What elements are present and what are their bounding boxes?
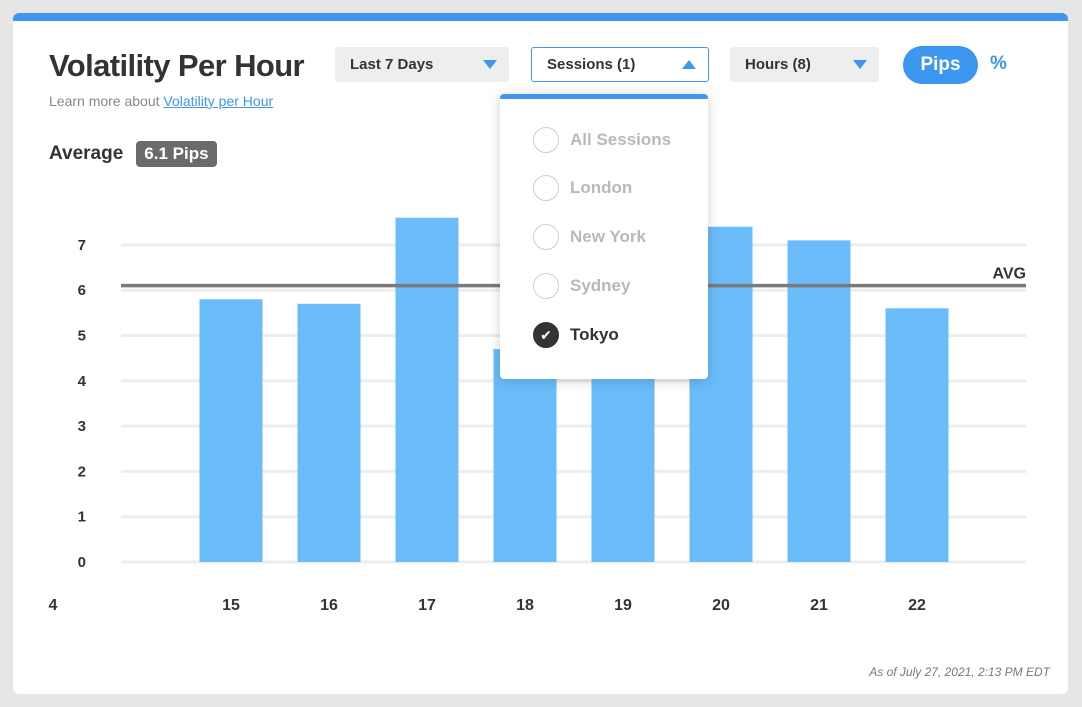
radio-icon bbox=[533, 273, 559, 299]
session-option-label: New York bbox=[570, 227, 646, 246]
x-tick-label: 17 bbox=[418, 597, 436, 614]
radio-icon bbox=[533, 224, 559, 250]
bar bbox=[395, 217, 459, 562]
y-tick-label: 5 bbox=[78, 328, 86, 345]
bar bbox=[493, 349, 557, 562]
x-tick-label: 15 bbox=[222, 597, 240, 614]
sessions-dropdown-menu: All Sessions London New York Sydney ✔ To… bbox=[500, 94, 708, 379]
session-option-tokyo[interactable]: ✔ Tokyo bbox=[533, 322, 619, 348]
session-option-new-york[interactable]: New York bbox=[533, 224, 646, 250]
as-of-timestamp: As of July 27, 2021, 2:13 PM EDT bbox=[869, 665, 1050, 679]
checkmark-icon: ✔ bbox=[533, 322, 559, 348]
session-option-label: All Sessions bbox=[570, 130, 672, 149]
session-option-sydney[interactable]: Sydney bbox=[533, 273, 630, 299]
session-option-all[interactable]: All Sessions bbox=[533, 127, 671, 153]
y-tick-label: 2 bbox=[78, 463, 86, 480]
y-tick-label: 7 bbox=[78, 237, 86, 254]
stray-axis-label: 4 bbox=[49, 597, 58, 614]
y-tick-label: 0 bbox=[78, 554, 86, 571]
session-option-label: London bbox=[570, 178, 633, 197]
x-tick-label: 22 bbox=[908, 597, 926, 614]
x-tick-label: 19 bbox=[614, 597, 632, 614]
radio-icon bbox=[533, 175, 559, 201]
menu-accent-bar bbox=[500, 94, 708, 99]
x-tick-label: 16 bbox=[320, 597, 338, 614]
y-tick-label: 3 bbox=[78, 418, 86, 435]
x-tick-label: 21 bbox=[810, 597, 828, 614]
bar bbox=[297, 303, 361, 562]
x-tick-label: 18 bbox=[516, 597, 534, 614]
bar bbox=[885, 308, 949, 562]
y-tick-label: 4 bbox=[78, 373, 87, 390]
bar bbox=[199, 299, 263, 562]
x-tick-label: 20 bbox=[712, 597, 730, 614]
session-option-label: Sydney bbox=[570, 276, 631, 295]
y-tick-label: 6 bbox=[78, 282, 86, 299]
session-option-label: Tokyo bbox=[570, 325, 619, 344]
average-line-label: AVG bbox=[993, 266, 1026, 283]
bar bbox=[787, 240, 851, 562]
radio-icon bbox=[533, 127, 559, 153]
volatility-card: Volatility Per Hour Learn more about Vol… bbox=[13, 13, 1068, 694]
y-tick-label: 1 bbox=[78, 509, 86, 526]
session-option-london[interactable]: London bbox=[533, 175, 632, 201]
